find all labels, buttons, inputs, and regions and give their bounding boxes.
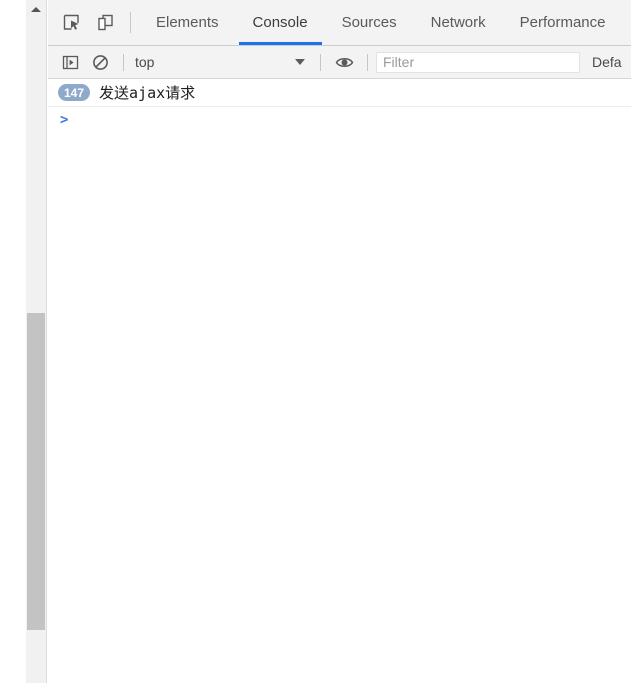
- execution-context-label: top: [135, 54, 155, 70]
- scroll-up-arrow-icon[interactable]: [26, 0, 46, 18]
- toolbar-divider-3: [367, 53, 368, 71]
- tabbar-divider: [130, 12, 131, 33]
- tab-sources[interactable]: Sources: [325, 0, 414, 45]
- scrollbar-thumb[interactable]: [27, 313, 45, 630]
- console-sidebar-icon: [62, 55, 78, 69]
- tab-console-label: Console: [252, 14, 308, 31]
- console-sidebar-button[interactable]: [55, 49, 85, 75]
- devtools-tabbar: Elements Console Sources Network Perform…: [48, 0, 631, 46]
- inspect-element-icon: [63, 14, 79, 30]
- tab-console[interactable]: Console: [236, 0, 325, 45]
- tab-sources-label: Sources: [341, 14, 397, 31]
- tab-performance-label: Performance: [519, 14, 606, 31]
- panel-tabs: Elements Console Sources Network Perform…: [139, 0, 631, 45]
- tab-network[interactable]: Network: [414, 0, 503, 45]
- clear-console-button[interactable]: [85, 49, 115, 75]
- devtools-screenshot: Elements Console Sources Network Perform…: [0, 0, 631, 683]
- default-levels-label[interactable]: Defa: [592, 54, 622, 70]
- inspect-element-button[interactable]: [54, 0, 88, 45]
- repeat-count-badge: 147: [58, 84, 91, 101]
- console-message-list: 147 发送ajax请求 >: [48, 79, 631, 683]
- tab-network-label: Network: [430, 14, 486, 31]
- toolbar-divider-2: [320, 53, 321, 71]
- chevron-down-icon: [295, 59, 305, 65]
- console-message-text: 发送ajax请求: [99, 84, 196, 102]
- live-expression-eye-icon: [335, 57, 353, 67]
- console-toolbar: top Defa: [48, 46, 631, 79]
- tab-performance[interactable]: Performance: [503, 0, 623, 45]
- execution-context-select[interactable]: top: [132, 49, 312, 75]
- clear-console-icon: [92, 54, 108, 70]
- live-expression-button[interactable]: [329, 49, 359, 75]
- prompt-chevron-icon: >: [60, 112, 69, 128]
- device-toolbar-button[interactable]: [88, 0, 122, 45]
- console-filter-input[interactable]: [376, 51, 580, 73]
- page-vertical-scrollbar[interactable]: [26, 0, 47, 683]
- console-message-row[interactable]: 147 发送ajax请求: [48, 79, 631, 107]
- toolbar-divider-1: [123, 53, 124, 71]
- tab-elements[interactable]: Elements: [139, 0, 236, 45]
- device-toolbar-icon: [97, 14, 113, 31]
- console-prompt-row[interactable]: >: [48, 107, 631, 133]
- tab-elements-label: Elements: [156, 14, 219, 31]
- devtools-panel: Elements Console Sources Network Perform…: [48, 0, 631, 683]
- triangle-up-glyph: [31, 6, 41, 12]
